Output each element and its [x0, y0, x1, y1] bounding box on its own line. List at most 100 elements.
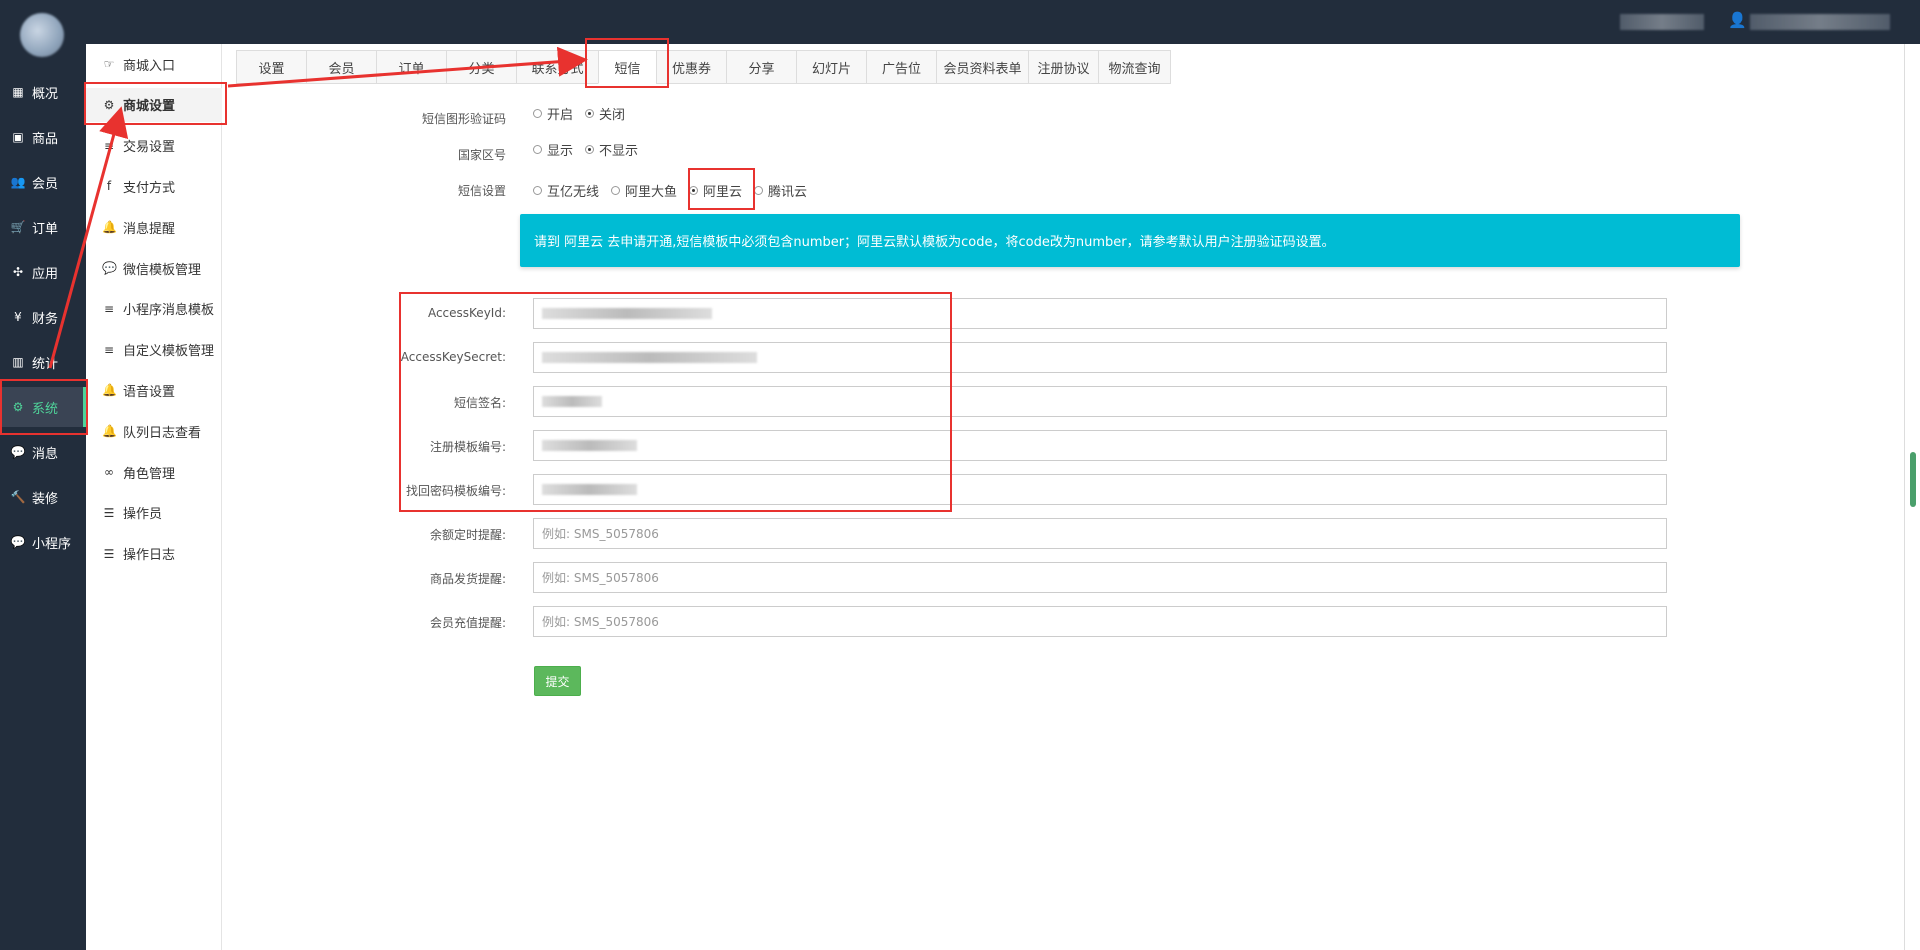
sms_provider-option-2[interactable]: 阿里云	[689, 181, 742, 200]
subnav-item-6[interactable]: ≡ 小程序消息模板	[86, 292, 222, 326]
scrollbar-thumb[interactable]	[1910, 452, 1916, 507]
sms_provider-option-0[interactable]: 互亿无线	[533, 181, 599, 200]
radio-button[interactable]	[533, 109, 542, 118]
radio-label: 腾讯云	[768, 185, 808, 200]
subnav-item-5[interactable]: 💬 微信模板管理	[86, 251, 222, 285]
tab-10[interactable]: 会员资料表单	[936, 50, 1028, 84]
wechat-icon: 💬	[102, 261, 117, 275]
list-icon: ≡	[103, 342, 115, 357]
radio-button[interactable]	[611, 186, 621, 195]
nav-item-4[interactable]: ✣ 应用	[0, 252, 86, 292]
cogs-icon: ⚙	[12, 400, 24, 414]
tab-11[interactable]: 注册协议	[1028, 50, 1098, 84]
nav-item-label: 商品	[32, 131, 59, 147]
nav-item-label: 系统	[32, 401, 59, 417]
settings-tabs: 设置 会员 订单 分类 联系方式 短信 优惠券 分享 幻灯片 广告位 会员资料表单 注册协议 物流查询	[236, 50, 1171, 84]
bell-icon: 🔔	[102, 220, 117, 235]
input-placeholder: 例如: SMS_5057806	[542, 615, 659, 629]
sms_provider-option-1[interactable]: 阿里大鱼	[611, 181, 677, 200]
radio-label: 阿里云	[703, 185, 743, 200]
tab-9[interactable]: 广告位	[866, 50, 936, 84]
subnav-item-12[interactable]: ☰ 操作日志	[86, 537, 222, 571]
subnav-item-10[interactable]: ∞ 角色管理	[86, 455, 222, 489]
radio-button[interactable]	[585, 109, 595, 118]
user-icon[interactable]: 👤	[1728, 11, 1747, 29]
field-input-5[interactable]: 例如: SMS_5057806	[533, 518, 1667, 549]
tab-12[interactable]: 物流查询	[1098, 50, 1171, 84]
captcha-option-1[interactable]: 关闭	[585, 104, 625, 123]
country_code-option-0[interactable]: 显示	[533, 140, 573, 159]
nav-item-5[interactable]: ¥ 财务	[0, 297, 86, 337]
blurred-username[interactable]	[1750, 14, 1890, 30]
nav-item-0[interactable]: ▦ 概况	[0, 72, 86, 112]
captcha-label: 短信图形验证码	[421, 112, 506, 126]
nav-item-label: 小程序	[32, 536, 72, 552]
field-label-6: 商品发货提醒:	[429, 572, 506, 586]
subnav-item-1[interactable]: ⚙ 商城设置	[86, 87, 222, 122]
tab-3[interactable]: 分类	[446, 50, 516, 84]
subnav-item-label: 消息提醒	[123, 221, 176, 237]
subnav-item-label: 交易设置	[123, 140, 176, 156]
nav-item-label: 统计	[32, 356, 59, 372]
field-label-0: AccessKeyId:	[427, 306, 506, 320]
nav-item-label: 装修	[32, 491, 59, 507]
radio-label: 显示	[547, 144, 574, 159]
subnav-item-label: 角色管理	[123, 466, 176, 482]
input-placeholder: 例如: SMS_5057806	[542, 527, 659, 541]
subnav-item-3[interactable]: f 支付方式	[86, 169, 222, 203]
field-input-4[interactable]	[533, 474, 1667, 505]
country-code-label: 国家区号	[457, 148, 506, 162]
subnav-item-label: 小程序消息模板	[123, 303, 215, 319]
subnav-item-4[interactable]: 🔔 消息提醒	[86, 210, 222, 244]
dashboard-icon: ▦	[12, 85, 24, 99]
hand-pointer-icon: ☞	[103, 57, 115, 71]
tab-6[interactable]: 优惠券	[656, 50, 726, 84]
subnav-item-7[interactable]: ≡ 自定义模板管理	[86, 333, 222, 367]
tab-7[interactable]: 分享	[726, 50, 796, 84]
avatar[interactable]	[20, 13, 64, 57]
apps-icon: ✣	[12, 265, 24, 279]
nav-item-8[interactable]: 💬 消息	[0, 432, 86, 472]
nav-item-7[interactable]: ⚙ 系统	[0, 387, 86, 427]
subnav-item-8[interactable]: 🔔 语音设置	[86, 373, 222, 407]
bell-icon: 🔔	[102, 383, 117, 398]
field-input-1[interactable]	[533, 342, 1667, 373]
subnav-item-9[interactable]: 🔔 队列日志查看	[86, 414, 222, 448]
tab-5[interactable]: 短信	[598, 50, 656, 84]
subnav-item-label: 队列日志查看	[123, 425, 202, 441]
radio-button[interactable]	[533, 186, 542, 195]
radio-button[interactable]	[754, 186, 764, 195]
nav-item-3[interactable]: 🛒 订单	[0, 207, 86, 247]
radio-button[interactable]	[585, 145, 595, 154]
country_code-option-1[interactable]: 不显示	[585, 140, 638, 159]
captcha-option-0[interactable]: 开启	[533, 104, 573, 123]
list-icon: ≡	[103, 138, 115, 153]
field-input-6[interactable]: 例如: SMS_5057806	[533, 562, 1667, 593]
subnav-item-label: 商城设置	[123, 99, 176, 115]
nav-item-label: 消息	[32, 446, 59, 462]
field-input-3[interactable]	[533, 430, 1667, 461]
tab-1[interactable]: 会员	[306, 50, 376, 84]
nav-item-1[interactable]: ▣ 商品	[0, 117, 86, 157]
nav-item-9[interactable]: 🔨 装修	[0, 477, 86, 517]
tab-8[interactable]: 幻灯片	[796, 50, 866, 84]
nav-item-6[interactable]: ▥ 统计	[0, 342, 86, 382]
field-input-0[interactable]	[533, 298, 1667, 329]
field-input-2[interactable]	[533, 386, 1667, 417]
field-label-3: 注册模板编号:	[429, 440, 506, 454]
submit-button[interactable]: 提交	[534, 666, 581, 696]
radio-label: 不显示	[599, 144, 639, 159]
link-icon: ∞	[104, 465, 114, 479]
nav-item-10[interactable]: 💬 小程序	[0, 522, 86, 562]
tab-2[interactable]: 订单	[376, 50, 446, 84]
radio-button[interactable]	[689, 186, 699, 195]
tab-4[interactable]: 联系方式	[516, 50, 598, 84]
subnav-item-11[interactable]: ☰ 操作员	[86, 496, 222, 530]
nav-item-2[interactable]: 👥 会员	[0, 162, 86, 202]
radio-button[interactable]	[533, 145, 542, 154]
tab-0[interactable]: 设置	[236, 50, 306, 84]
subnav-item-2[interactable]: ≡ 交易设置	[86, 129, 222, 163]
sms_provider-option-3[interactable]: 腾讯云	[754, 181, 807, 200]
field-input-7[interactable]: 例如: SMS_5057806	[533, 606, 1667, 637]
subnav-item-0[interactable]: ☞ 商城入口	[86, 47, 222, 81]
